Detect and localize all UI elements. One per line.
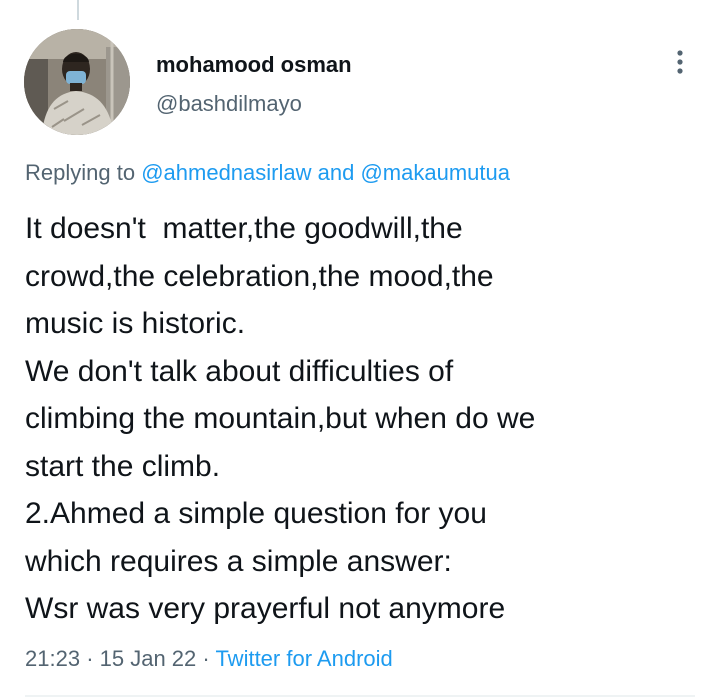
reply-mention-makaumutua[interactable]: @makaumutua — [360, 160, 510, 185]
author-handle[interactable]: @bashdilmayo — [156, 91, 302, 117]
replying-to-label: Replying to — [25, 160, 136, 185]
tweet-text: It doesn't matter,the goodwill,the crowd… — [25, 205, 705, 633]
tweet-text-line: We don't talk about difficulties of — [25, 354, 454, 388]
more-vertical-icon — [677, 50, 683, 74]
author-display-name[interactable]: mohamood osman — [156, 52, 352, 78]
thread-connector-line — [77, 0, 79, 20]
more-options-button[interactable] — [664, 44, 696, 80]
tweet-text-line: crowd,the celebration,the mood,the — [25, 259, 494, 293]
tweet-source-link[interactable]: Twitter for Android — [215, 646, 392, 671]
tweet-text-line: start the climb. — [25, 449, 221, 483]
meta-separator: · — [86, 646, 94, 671]
tweet-text-line: which requires a simple answer: — [25, 544, 452, 578]
avatar-photo-icon — [24, 29, 130, 135]
replying-to-line: Replying to @ahmednasirlaw and @makaumut… — [25, 160, 510, 186]
meta-separator: · — [202, 646, 210, 671]
tweet-timestamp[interactable]: 21:23 — [25, 646, 80, 671]
bottom-divider — [25, 695, 695, 697]
tweet-text-line: 2.Ahmed a simple question for you — [25, 497, 487, 530]
reply-mention-ahmednasirlaw[interactable]: @ahmednasirlaw — [141, 160, 311, 185]
avatar[interactable] — [24, 29, 130, 135]
tweet-text-line: It doesn't matter,the goodwill,the — [25, 212, 463, 245]
reply-mention-joiner[interactable]: and — [318, 160, 355, 185]
tweet-text-line: Wsr was very prayerful not anymore — [25, 592, 506, 625]
tweet-metadata: 21:23 · 15 Jan 22 · Twitter for Android — [25, 646, 393, 672]
tweet-date[interactable]: 15 Jan 22 — [100, 646, 197, 671]
tweet-text-line: climbing the mountain,but when do we — [25, 402, 536, 435]
tweet-text-line: music is historic. — [25, 307, 246, 340]
